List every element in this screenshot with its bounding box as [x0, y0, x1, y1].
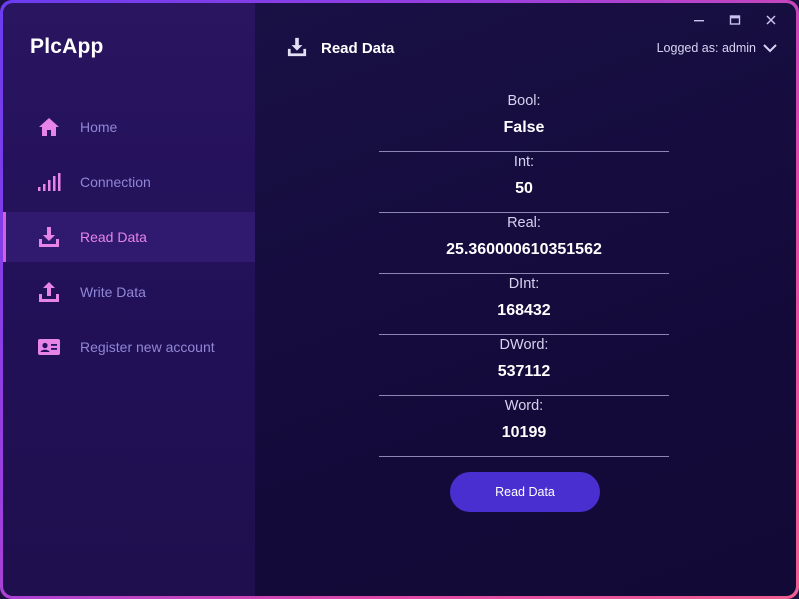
sidebar: PlcApp Home Connection Read Data Write D…: [3, 3, 255, 596]
user-menu[interactable]: Logged as: admin: [657, 41, 778, 55]
sidebar-item-write-data[interactable]: Write Data: [3, 267, 255, 317]
app-window: PlcApp Home Connection Read Data Write D…: [3, 3, 796, 596]
sidebar-item-label: Home: [80, 119, 118, 135]
window-controls: [688, 10, 782, 30]
field-label: Real:: [507, 215, 541, 231]
field-value: 25.360000610351562: [446, 241, 602, 258]
read-data-button[interactable]: Read Data: [450, 472, 600, 512]
chevron-down-icon: [762, 42, 778, 54]
field-label: Word:: [504, 398, 544, 414]
main-content: Read Data Logged as: admin Bool: False I…: [255, 3, 796, 596]
sidebar-item-label: Read Data: [80, 229, 147, 245]
field-bool: Bool: False: [379, 91, 669, 152]
minimize-button[interactable]: [688, 10, 710, 30]
field-value: 10199: [501, 424, 547, 441]
field-value: 168432: [497, 302, 551, 319]
sidebar-item-register-account[interactable]: Register new account: [3, 322, 255, 372]
signal-icon: [37, 170, 61, 194]
sidebar-item-home[interactable]: Home: [3, 102, 255, 152]
sidebar-item-label: Connection: [80, 174, 151, 190]
field-label: Int:: [513, 154, 535, 170]
field-label: Bool:: [507, 93, 541, 109]
download-icon: [287, 37, 309, 59]
user-label: Logged as: admin: [656, 41, 756, 55]
field-int: Int: 50: [379, 152, 669, 213]
window-frame: PlcApp Home Connection Read Data Write D…: [0, 0, 799, 599]
sidebar-item-read-data[interactable]: Read Data: [3, 212, 255, 262]
sidebar-item-label: Write Data: [80, 284, 146, 300]
field-word: Word: 10199: [379, 396, 669, 457]
sidebar-item-label: Register new account: [80, 339, 215, 355]
close-icon: [766, 15, 776, 25]
sidebar-nav: Home Connection Read Data Write Data Reg…: [3, 102, 255, 377]
field-label: DWord:: [499, 337, 549, 353]
app-title: PlcApp: [30, 35, 104, 58]
upload-icon: [37, 280, 61, 304]
field-value: 537112: [497, 363, 551, 380]
field-real: Real: 25.360000610351562: [379, 213, 669, 274]
maximize-icon: [729, 15, 741, 25]
download-icon: [37, 225, 61, 249]
sidebar-item-connection[interactable]: Connection: [3, 157, 255, 207]
data-fields: Bool: False Int: 50 Real: 25.36000061035…: [379, 91, 669, 457]
minimize-icon: [694, 20, 704, 22]
home-icon: [37, 115, 61, 139]
field-value: 50: [515, 180, 533, 197]
field-value: False: [503, 119, 545, 136]
field-dint: DInt: 168432: [379, 274, 669, 335]
maximize-button[interactable]: [724, 10, 746, 30]
id-card-icon: [37, 335, 61, 359]
field-dword: DWord: 537112: [379, 335, 669, 396]
page-header: Read Data: [287, 37, 394, 59]
field-label: DInt:: [508, 276, 540, 292]
page-title: Read Data: [321, 39, 395, 57]
close-button[interactable]: [760, 10, 782, 30]
